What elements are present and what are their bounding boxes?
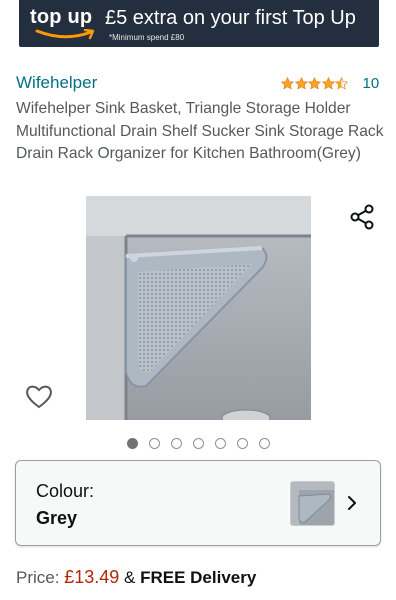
free-delivery-label: FREE Delivery [140,568,257,587]
carousel-dot[interactable] [215,438,226,449]
carousel-dot[interactable] [193,438,204,449]
star-full-icon [308,76,321,89]
colour-label: Colour: [36,481,95,501]
star-full-icon [281,76,294,89]
carousel-dot[interactable] [127,438,138,449]
carousel-dot[interactable] [259,438,270,449]
star-full-icon [294,76,308,89]
price-label: Price: [16,568,60,587]
price-line: Price: £13.49 & FREE Delivery [16,567,256,588]
sink-basket-photo [86,196,311,420]
colour-thumbnail [290,481,335,526]
price-value: £13.49 [64,567,120,587]
brand-link[interactable]: Wifehelper [16,73,97,93]
price-separator: & [124,568,136,587]
product-title: Wifehelper Sink Basket, Triangle Storage… [16,100,384,162]
heart-icon[interactable] [25,383,53,409]
carousel-dot[interactable] [171,438,182,449]
rating-count[interactable]: 10 [363,75,380,92]
banner-fineprint: *Minimum spend £80 [109,33,185,42]
rating-summary[interactable]: 10 [281,74,379,92]
topup-logo: top up [30,6,93,28]
colour-value: Grey [36,508,78,528]
star-full-icon [321,76,335,89]
image-carousel-dots[interactable] [0,437,396,449]
colour-selector[interactable]: Colour: Grey [15,460,381,546]
carousel-dot[interactable] [237,438,248,449]
product-image[interactable] [86,196,311,420]
star-rating [281,76,349,90]
chevron-right-icon [348,496,356,510]
amazon-smile-icon [35,29,95,40]
star-half-icon [335,76,348,89]
banner-headline: £5 extra on your first Top Up [105,7,356,29]
carousel-dot[interactable] [149,438,160,449]
promo-banner[interactable]: top up £5 extra on your first Top Up *Mi… [19,0,379,47]
share-icon[interactable] [349,204,375,230]
